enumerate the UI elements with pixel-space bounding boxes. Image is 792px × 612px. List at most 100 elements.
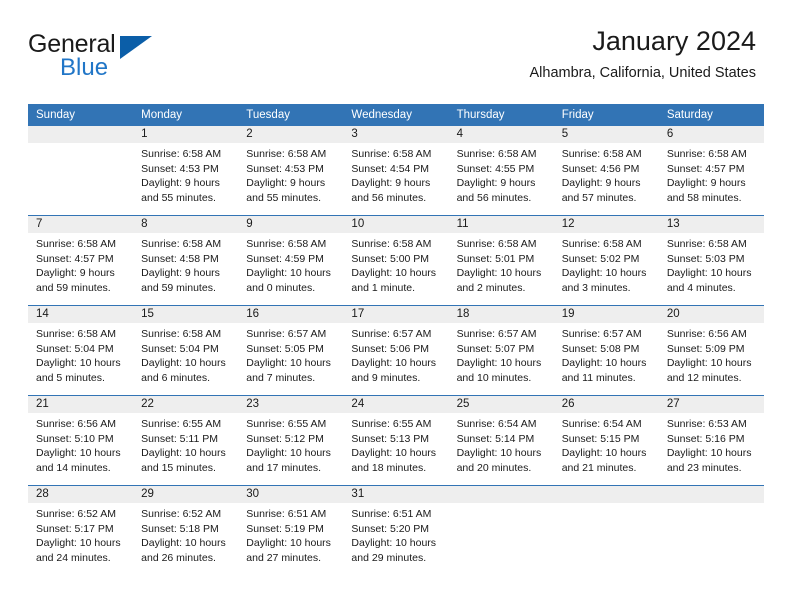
day-sun-info: Sunrise: 6:55 AM Sunset: 5:13 PM Daylight:… <box>343 413 448 475</box>
calendar-day-cell[interactable]: 15 Sunrise: 6:58 AM Sunset: 5:04 PM Dayligh… <box>133 306 239 395</box>
day-number: 25 <box>448 396 554 413</box>
daylight-text-line1: Daylight: 10 hours <box>351 267 437 280</box>
day-number <box>553 486 659 503</box>
calendar-day-cell[interactable]: 25 Sunrise: 6:54 AM Sunset: 5:14 PM Dayligh… <box>448 396 554 485</box>
daylight-text-line2: and 2 minutes. <box>456 281 526 294</box>
calendar-day-cell[interactable]: 18 Sunrise: 6:57 AM Sunset: 5:07 PM Dayligh… <box>448 306 554 395</box>
calendar-day-cell[interactable]: 7 Sunrise: 6:58 AM Sunset: 4:57 PM Daylight… <box>28 216 134 305</box>
sunset-text: Sunset: 5:08 PM <box>561 342 640 355</box>
sunrise-text: Sunrise: 6:54 AM <box>456 418 537 430</box>
sunset-text: Sunset: 4:55 PM <box>456 162 535 175</box>
day-sun-info: Sunrise: 6:58 AM Sunset: 4:59 PM Daylight:… <box>238 233 343 295</box>
sunset-text: Sunset: 4:57 PM <box>36 252 114 265</box>
day-sun-info: Sunrise: 6:58 AM Sunset: 5:04 PM Daylight:… <box>133 323 238 385</box>
daylight-text-line2: and 55 minutes. <box>141 191 216 204</box>
day-sun-info: Sunrise: 6:56 AM Sunset: 5:10 PM Daylight:… <box>28 413 133 475</box>
sunrise-text: Sunrise: 6:51 AM <box>246 508 327 520</box>
day-number: 13 <box>658 216 764 233</box>
brand-logo[interactable]: General Blue <box>28 30 208 86</box>
sunset-text: Sunset: 5:00 PM <box>351 252 430 265</box>
weeks-container: 1 Sunrise: 6:58 AM Sunset: 4:53 PM Daylight… <box>28 126 764 575</box>
day-sun-info: Sunrise: 6:58 AM Sunset: 4:54 PM Daylight:… <box>343 143 448 205</box>
daylight-text-line2: and 29 minutes. <box>351 551 427 564</box>
calendar-day-cell[interactable]: 9 Sunrise: 6:58 AM Sunset: 4:59 PM Daylight… <box>238 216 344 305</box>
calendar-day-cell[interactable]: 2 Sunrise: 6:58 AM Sunset: 4:53 PM Daylight… <box>238 126 344 215</box>
title-block: January 2024 Alhambra, California, Unite… <box>530 24 756 84</box>
calendar-week-row: 21 Sunrise: 6:56 AM Sunset: 5:10 PM Dayligh… <box>28 395 764 485</box>
day-number: 6 <box>658 126 764 143</box>
sunrise-text: Sunrise: 6:52 AM <box>141 508 222 520</box>
calendar-day-cell[interactable]: 17 Sunrise: 6:57 AM Sunset: 5:06 PM Dayligh… <box>343 306 449 395</box>
daylight-text-line1: Daylight: 10 hours <box>456 447 542 460</box>
day-sun-info: Sunrise: 6:53 AM Sunset: 5:16 PM Daylight:… <box>659 413 764 475</box>
calendar-day-cell[interactable]: 12 Sunrise: 6:58 AM Sunset: 5:02 PM Dayligh… <box>553 216 659 305</box>
calendar-day-cell[interactable]: 8 Sunrise: 6:58 AM Sunset: 4:58 PM Daylight… <box>133 216 239 305</box>
calendar-day-cell[interactable]: 22 Sunrise: 6:55 AM Sunset: 5:11 PM Dayligh… <box>133 396 239 485</box>
calendar-day-cell[interactable]: 19 Sunrise: 6:57 AM Sunset: 5:08 PM Dayligh… <box>553 306 659 395</box>
day-number: 9 <box>238 216 344 233</box>
day-number: 23 <box>238 396 344 413</box>
daylight-text-line2: and 14 minutes. <box>36 461 111 474</box>
calendar-day-cell[interactable]: 29 Sunrise: 6:52 AM Sunset: 5:18 PM Dayligh… <box>133 486 239 575</box>
sunset-text: Sunset: 5:04 PM <box>141 342 219 355</box>
weekday-header-monday: Monday <box>141 109 183 121</box>
calendar-day-cell[interactable]: 3 Sunrise: 6:58 AM Sunset: 4:54 PM Daylight… <box>343 126 449 215</box>
calendar-week-row: 7 Sunrise: 6:58 AM Sunset: 4:57 PM Daylight… <box>28 215 764 305</box>
sunset-text: Sunset: 5:16 PM <box>666 432 745 445</box>
daylight-text-line1: Daylight: 9 hours <box>456 177 536 190</box>
daylight-text-line1: Daylight: 9 hours <box>141 177 220 190</box>
daylight-text-line2: and 21 minutes. <box>561 461 637 474</box>
calendar-day-cell[interactable]: 31 Sunrise: 6:51 AM Sunset: 5:20 PM Dayligh… <box>343 486 449 575</box>
sunrise-text: Sunrise: 6:58 AM <box>456 238 537 250</box>
sunrise-text: Sunrise: 6:58 AM <box>36 238 116 250</box>
sunset-text: Sunset: 5:09 PM <box>666 342 745 355</box>
daylight-text-line2: and 6 minutes. <box>141 371 211 384</box>
day-sun-info: Sunrise: 6:55 AM Sunset: 5:11 PM Daylight:… <box>133 413 238 475</box>
day-number: 14 <box>28 306 134 323</box>
sunset-text: Sunset: 5:06 PM <box>351 342 430 355</box>
daylight-text-line1: Daylight: 10 hours <box>456 357 542 370</box>
calendar-day-cell[interactable]: 24 Sunrise: 6:55 AM Sunset: 5:13 PM Dayligh… <box>343 396 449 485</box>
daylight-text-line2: and 56 minutes. <box>351 191 427 204</box>
day-sun-info: Sunrise: 6:58 AM Sunset: 4:57 PM Daylight:… <box>28 233 133 295</box>
daylight-text-line2: and 23 minutes. <box>666 461 742 474</box>
calendar-day-cell[interactable]: 27 Sunrise: 6:53 AM Sunset: 5:16 PM Dayligh… <box>658 396 764 485</box>
daylight-text-line1: Daylight: 10 hours <box>351 447 437 460</box>
calendar-day-cell[interactable]: 1 Sunrise: 6:58 AM Sunset: 4:53 PM Daylight… <box>133 126 239 215</box>
calendar-day-cell[interactable]: 26 Sunrise: 6:54 AM Sunset: 5:15 PM Dayligh… <box>553 396 659 485</box>
sunrise-text: Sunrise: 6:58 AM <box>246 148 327 160</box>
calendar-day-cell[interactable]: 28 Sunrise: 6:52 AM Sunset: 5:17 PM Dayligh… <box>28 486 134 575</box>
calendar-day-cell[interactable]: 13 Sunrise: 6:58 AM Sunset: 5:03 PM Dayligh… <box>658 216 764 305</box>
day-number: 8 <box>133 216 239 233</box>
calendar-day-cell[interactable]: 10 Sunrise: 6:58 AM Sunset: 5:00 PM Dayligh… <box>343 216 449 305</box>
calendar-day-cell[interactable]: 6 Sunrise: 6:58 AM Sunset: 4:57 PM Daylight… <box>658 126 764 215</box>
day-sun-info: Sunrise: 6:58 AM Sunset: 5:03 PM Daylight:… <box>659 233 764 295</box>
day-number: 26 <box>553 396 659 413</box>
daylight-text-line2: and 59 minutes. <box>36 281 111 294</box>
calendar-day-cell[interactable]: 16 Sunrise: 6:57 AM Sunset: 5:05 PM Dayligh… <box>238 306 344 395</box>
calendar-day-cell[interactable]: 4 Sunrise: 6:58 AM Sunset: 4:55 PM Daylight… <box>448 126 554 215</box>
sunset-text: Sunset: 5:07 PM <box>456 342 535 355</box>
sunset-text: Sunset: 5:19 PM <box>246 522 324 535</box>
brand-name-blue: Blue <box>60 54 109 81</box>
day-sun-info: Sunrise: 6:58 AM Sunset: 4:58 PM Daylight:… <box>133 233 238 295</box>
day-sun-info: Sunrise: 6:58 AM Sunset: 4:56 PM Daylight:… <box>554 143 659 205</box>
day-sun-info: Sunrise: 6:57 AM Sunset: 5:08 PM Daylight:… <box>554 323 659 385</box>
calendar-day-cell[interactable]: 14 Sunrise: 6:58 AM Sunset: 5:04 PM Dayligh… <box>28 306 134 395</box>
calendar-day-cell[interactable]: 11 Sunrise: 6:58 AM Sunset: 5:01 PM Dayligh… <box>448 216 554 305</box>
calendar-day-cell[interactable]: 23 Sunrise: 6:55 AM Sunset: 5:12 PM Dayligh… <box>238 396 344 485</box>
calendar-day-cell[interactable]: 21 Sunrise: 6:56 AM Sunset: 5:10 PM Dayligh… <box>28 396 134 485</box>
calendar-day-cell[interactable]: 30 Sunrise: 6:51 AM Sunset: 5:19 PM Dayligh… <box>238 486 344 575</box>
daylight-text-line2: and 11 minutes. <box>561 371 636 384</box>
daylight-text-line1: Daylight: 10 hours <box>456 267 542 280</box>
sunset-text: Sunset: 5:03 PM <box>666 252 745 265</box>
daylight-text-line1: Daylight: 10 hours <box>351 357 437 370</box>
page-header: General Blue January 2024 Alhambra, Cali… <box>28 24 756 96</box>
calendar-day-cell[interactable]: 20 Sunrise: 6:56 AM Sunset: 5:09 PM Dayligh… <box>658 306 764 395</box>
calendar-day-cell[interactable]: 5 Sunrise: 6:58 AM Sunset: 4:56 PM Daylight… <box>553 126 659 215</box>
day-sun-info: Sunrise: 6:51 AM Sunset: 5:20 PM Daylight:… <box>343 503 448 565</box>
daylight-text-line1: Daylight: 10 hours <box>36 537 121 550</box>
sunset-text: Sunset: 5:04 PM <box>36 342 114 355</box>
sunrise-text: Sunrise: 6:58 AM <box>351 238 432 250</box>
sunrise-text: Sunrise: 6:58 AM <box>456 148 537 160</box>
